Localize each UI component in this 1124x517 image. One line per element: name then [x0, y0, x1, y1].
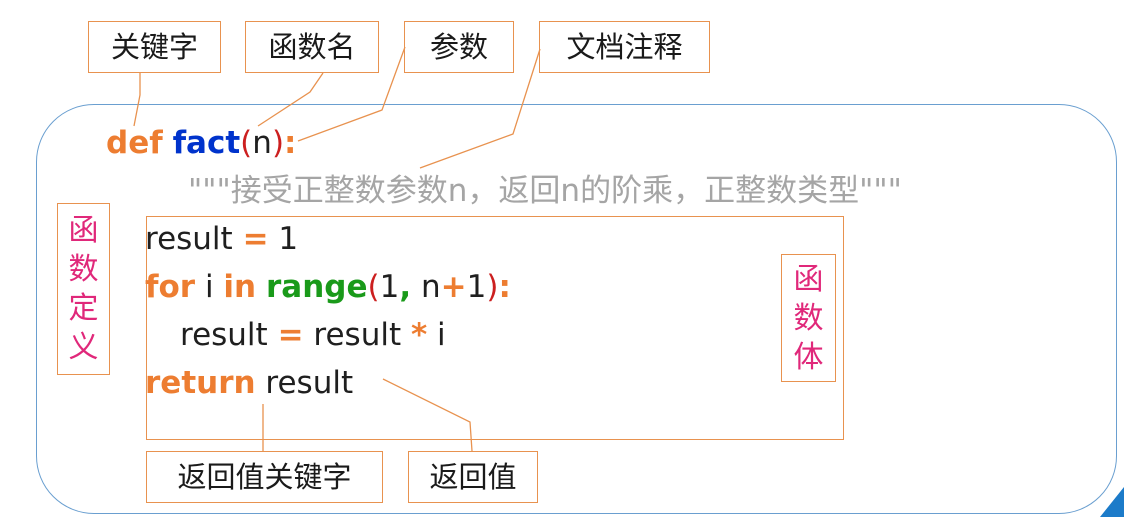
return-value: result: [265, 365, 354, 401]
label-char: 定: [68, 291, 99, 326]
label-return-value: 返回值: [408, 451, 538, 503]
paren-close: ): [486, 269, 499, 305]
op-multiply: *: [410, 317, 428, 353]
connector-keyword: [133, 73, 141, 127]
var-i: i: [204, 269, 214, 305]
keyword-def: def: [106, 125, 163, 161]
keyword-for: for: [145, 269, 196, 305]
label-char: 函: [793, 261, 824, 297]
label-char: 函: [68, 213, 99, 248]
builtin-range: range: [265, 269, 368, 305]
param-n: n: [252, 125, 272, 161]
connector-parameter: [297, 46, 406, 142]
num-1: 1: [466, 269, 487, 305]
docstring-text: """接受正整数参数n，返回n的阶乘，正整数类型""": [188, 173, 902, 209]
code-line-result-init: result = 1: [145, 224, 298, 255]
paren-open: (: [240, 125, 253, 161]
op-assign: =: [277, 317, 304, 353]
label-char: 数: [68, 252, 99, 287]
var-i: i: [437, 317, 446, 353]
code-line-for: for i in range(1, n+1):: [145, 272, 511, 303]
var-n: n: [420, 269, 441, 305]
keyword-return: return: [145, 365, 256, 401]
label-function-body: 函 数 体: [781, 254, 836, 382]
paren-close: ): [271, 125, 285, 161]
connector-docstring: [419, 48, 541, 169]
num-1: 1: [278, 221, 299, 257]
label-function-definition: 函 数 定 义: [57, 203, 110, 375]
keyword-in: in: [223, 269, 257, 305]
code-line-return: return result: [145, 368, 353, 399]
comma: ,: [399, 269, 412, 305]
op-plus: +: [440, 269, 467, 305]
label-char: 义: [68, 330, 99, 365]
connector-function-name: [257, 72, 324, 127]
var-result: result: [180, 317, 268, 353]
label-char: 体: [793, 339, 824, 375]
label-return-keyword: 返回值关键字: [146, 451, 383, 503]
op-assign: =: [242, 221, 269, 257]
code-line-multiply: result = result * i: [180, 320, 446, 351]
var-result: result: [313, 317, 402, 353]
corner-decoration: [1100, 487, 1124, 517]
colon: :: [284, 125, 297, 161]
code-line-def: def fact(n):: [106, 128, 296, 159]
colon: :: [498, 269, 511, 305]
var-result: result: [145, 221, 233, 257]
paren-open: (: [367, 269, 380, 305]
num-1: 1: [379, 269, 400, 305]
label-char: 数: [793, 300, 824, 336]
function-name: fact: [172, 125, 241, 161]
